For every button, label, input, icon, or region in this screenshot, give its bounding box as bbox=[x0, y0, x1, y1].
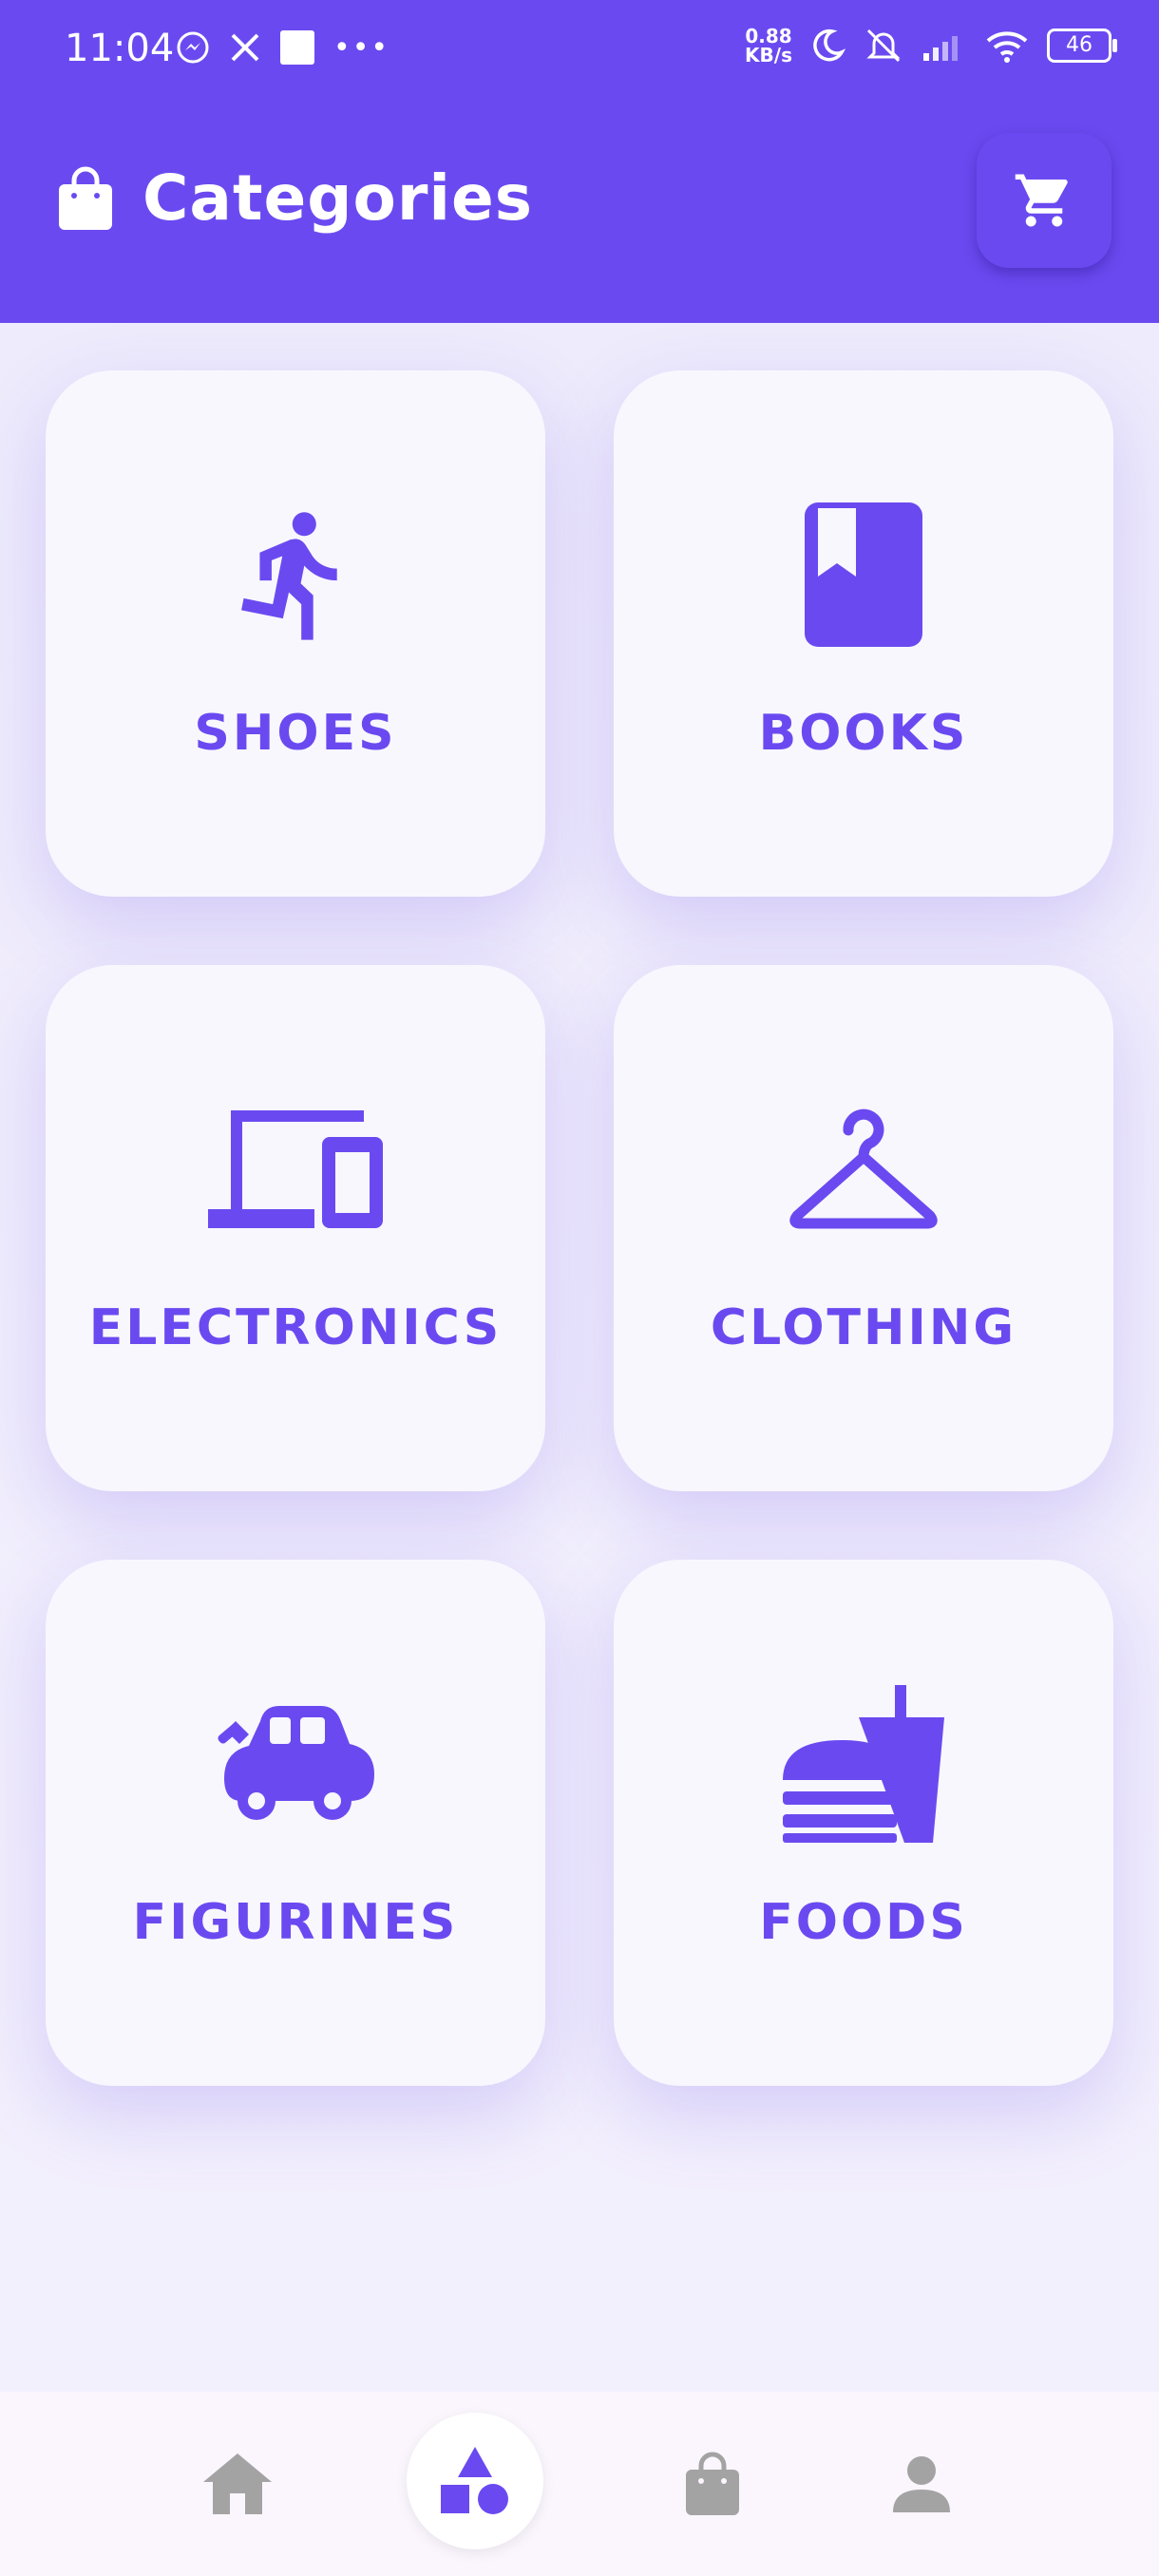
app-header: 11:04 ••• 0.88 KB/s 46 Categories bbox=[0, 0, 1159, 323]
cart-icon bbox=[1015, 174, 1068, 227]
toy-car-icon bbox=[218, 1706, 374, 1820]
bottom-navigation bbox=[0, 2392, 1159, 2576]
category-card-electronics[interactable]: ELECTRONICS bbox=[46, 965, 545, 1491]
status-time: 11:04 bbox=[65, 27, 175, 70]
net-speed: 0.88 KB/s bbox=[745, 25, 792, 66]
title-row: Categories bbox=[57, 161, 533, 235]
nav-orders[interactable] bbox=[646, 2392, 779, 2576]
more-icon: ••• bbox=[333, 30, 390, 65]
nav-categories[interactable] bbox=[407, 2413, 543, 2549]
signal-icon bbox=[923, 36, 958, 61]
home-icon bbox=[203, 2453, 272, 2514]
running-person-icon bbox=[241, 512, 337, 640]
wifi-icon bbox=[986, 31, 1028, 63]
category-label: BOOKS bbox=[758, 705, 969, 762]
fastfood-icon bbox=[783, 1685, 944, 1843]
nav-home[interactable] bbox=[171, 2392, 304, 2576]
category-label: FIGURINES bbox=[132, 1894, 459, 1951]
shopping-bag-icon bbox=[59, 166, 112, 230]
category-card-books[interactable]: BOOKS bbox=[614, 370, 1113, 897]
category-label: ELECTRONICS bbox=[88, 1299, 503, 1356]
category-card-figurines[interactable]: FIGURINES bbox=[46, 1560, 545, 2086]
nav-profile[interactable] bbox=[855, 2392, 988, 2576]
category-label: CLOTHING bbox=[710, 1299, 1017, 1356]
bell-off-icon bbox=[866, 28, 901, 63]
category-card-shoes[interactable]: SHOES bbox=[46, 370, 545, 897]
person-icon bbox=[893, 2456, 950, 2512]
shopping-bag-icon bbox=[686, 2452, 739, 2515]
hanger-icon bbox=[789, 1108, 938, 1229]
page-title: Categories bbox=[142, 161, 534, 235]
category-card-foods[interactable]: FOODS bbox=[614, 1560, 1113, 2086]
devices-icon bbox=[208, 1110, 383, 1228]
cart-button[interactable] bbox=[977, 133, 1112, 268]
category-shapes-icon bbox=[441, 2447, 508, 2514]
book-icon bbox=[805, 502, 922, 647]
x-icon bbox=[231, 33, 259, 62]
category-label: FOODS bbox=[759, 1894, 968, 1951]
status-bar: 11:04 ••• 0.88 KB/s 46 bbox=[0, 0, 1159, 104]
moon-icon bbox=[813, 28, 846, 62]
category-label: SHOES bbox=[194, 705, 397, 762]
messenger-icon bbox=[177, 31, 209, 64]
notification-square-icon bbox=[280, 30, 314, 65]
category-card-clothing[interactable]: CLOTHING bbox=[614, 965, 1113, 1491]
battery-indicator: 46 bbox=[1047, 28, 1117, 63]
